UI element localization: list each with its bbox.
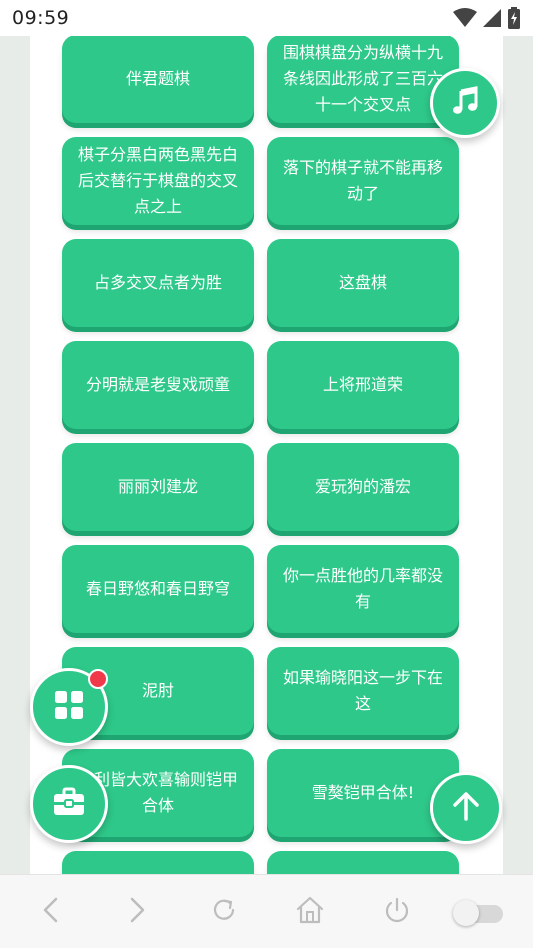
forward-button[interactable] (120, 895, 154, 929)
phrase-text: 伴君题棋 (125, 69, 190, 88)
toggle-switch[interactable] (453, 900, 503, 926)
phrase-tile-partial[interactable] (62, 851, 254, 874)
cellular-signal-icon (482, 8, 502, 28)
phrase-text: 泥肘 (141, 681, 174, 700)
reload-button[interactable] (207, 895, 241, 929)
back-button[interactable] (34, 895, 68, 929)
phrase-text: 棋子分黑白两色黑先白后交替行于棋盘的交叉点之上 (77, 145, 238, 216)
home-icon (295, 896, 325, 928)
phrase-text: 落下的棋子就不能再移动了 (282, 158, 443, 203)
chevron-right-icon (127, 897, 147, 927)
phrase-grid: 伴君题棋 围棋棋盘分为纵横十九条线因此形成了三百六十一个交叉点 棋子分黑白两色黑… (62, 36, 459, 874)
power-icon (383, 896, 411, 928)
phrase-tile-partial[interactable] (267, 851, 459, 874)
phrase-tile[interactable]: 上将邢道荣 (267, 341, 459, 429)
grid-icon (54, 690, 84, 724)
scroll-to-top-button[interactable] (430, 772, 502, 844)
notification-badge (88, 669, 108, 689)
music-button[interactable] (430, 68, 500, 138)
phrase-tile[interactable]: 丽丽刘建龙 (62, 443, 254, 531)
status-icons (453, 7, 521, 29)
phrase-tile[interactable]: 如果瑜晓阳这一步下在这 (267, 647, 459, 735)
phrase-text: 爱玩狗的潘宏 (314, 477, 411, 496)
battery-charging-icon (507, 7, 521, 29)
content-panel: 伴君题棋 围棋棋盘分为纵横十九条线因此形成了三百六十一个交叉点 棋子分黑白两色黑… (30, 36, 503, 874)
phrase-text: 你一点胜他的几率都没有 (282, 566, 443, 611)
phrase-text: 如果瑜晓阳这一步下在这 (282, 668, 443, 713)
phrase-text: 春日野悠和春日野穹 (85, 579, 230, 598)
phrase-text: 占多交叉点者为胜 (93, 273, 222, 292)
chevron-left-icon (41, 897, 61, 927)
phrase-tile[interactable]: 雪獒铠甲合体! (267, 749, 459, 837)
phrase-text: 丽丽刘建龙 (117, 477, 198, 496)
phrase-tile[interactable]: 这盘棋 (267, 239, 459, 327)
status-bar: 09:59 (0, 0, 533, 36)
reload-icon (210, 896, 238, 928)
phrase-text: 分明就是老叟戏顽童 (85, 375, 230, 394)
toggle-knob (453, 900, 479, 926)
phrase-tile[interactable]: 棋子分黑白两色黑先白后交替行于棋盘的交叉点之上 (62, 137, 254, 225)
phrase-tile[interactable]: 伴君题棋 (62, 36, 254, 123)
phrase-tile[interactable]: 春日野悠和春日野穹 (62, 545, 254, 633)
phrase-tile[interactable]: 占多交叉点者为胜 (62, 239, 254, 327)
phrase-text: 上将邢道荣 (322, 375, 403, 394)
status-time: 09:59 (12, 7, 70, 29)
phrase-tile[interactable]: 爱玩狗的潘宏 (267, 443, 459, 531)
phrase-text: 雪獒铠甲合体! (311, 783, 415, 802)
phrase-tile[interactable]: 落下的棋子就不能再移动了 (267, 137, 459, 225)
toolbox-icon (52, 787, 86, 821)
arrow-up-icon (452, 791, 480, 825)
wifi-icon (453, 8, 477, 28)
power-button[interactable] (380, 895, 414, 929)
phrase-tile[interactable]: 分明就是老叟戏顽童 (62, 341, 254, 429)
phrase-tile[interactable]: 你一点胜他的几率都没有 (267, 545, 459, 633)
home-button[interactable] (293, 895, 327, 929)
music-note-icon (450, 86, 480, 120)
browser-nav-bar (0, 874, 533, 948)
toolbox-button[interactable] (30, 765, 108, 843)
phrase-text: 围棋棋盘分为纵横十九条线因此形成了三百六十一个交叉点 (282, 43, 443, 114)
phrase-text: 这盘棋 (338, 273, 387, 292)
